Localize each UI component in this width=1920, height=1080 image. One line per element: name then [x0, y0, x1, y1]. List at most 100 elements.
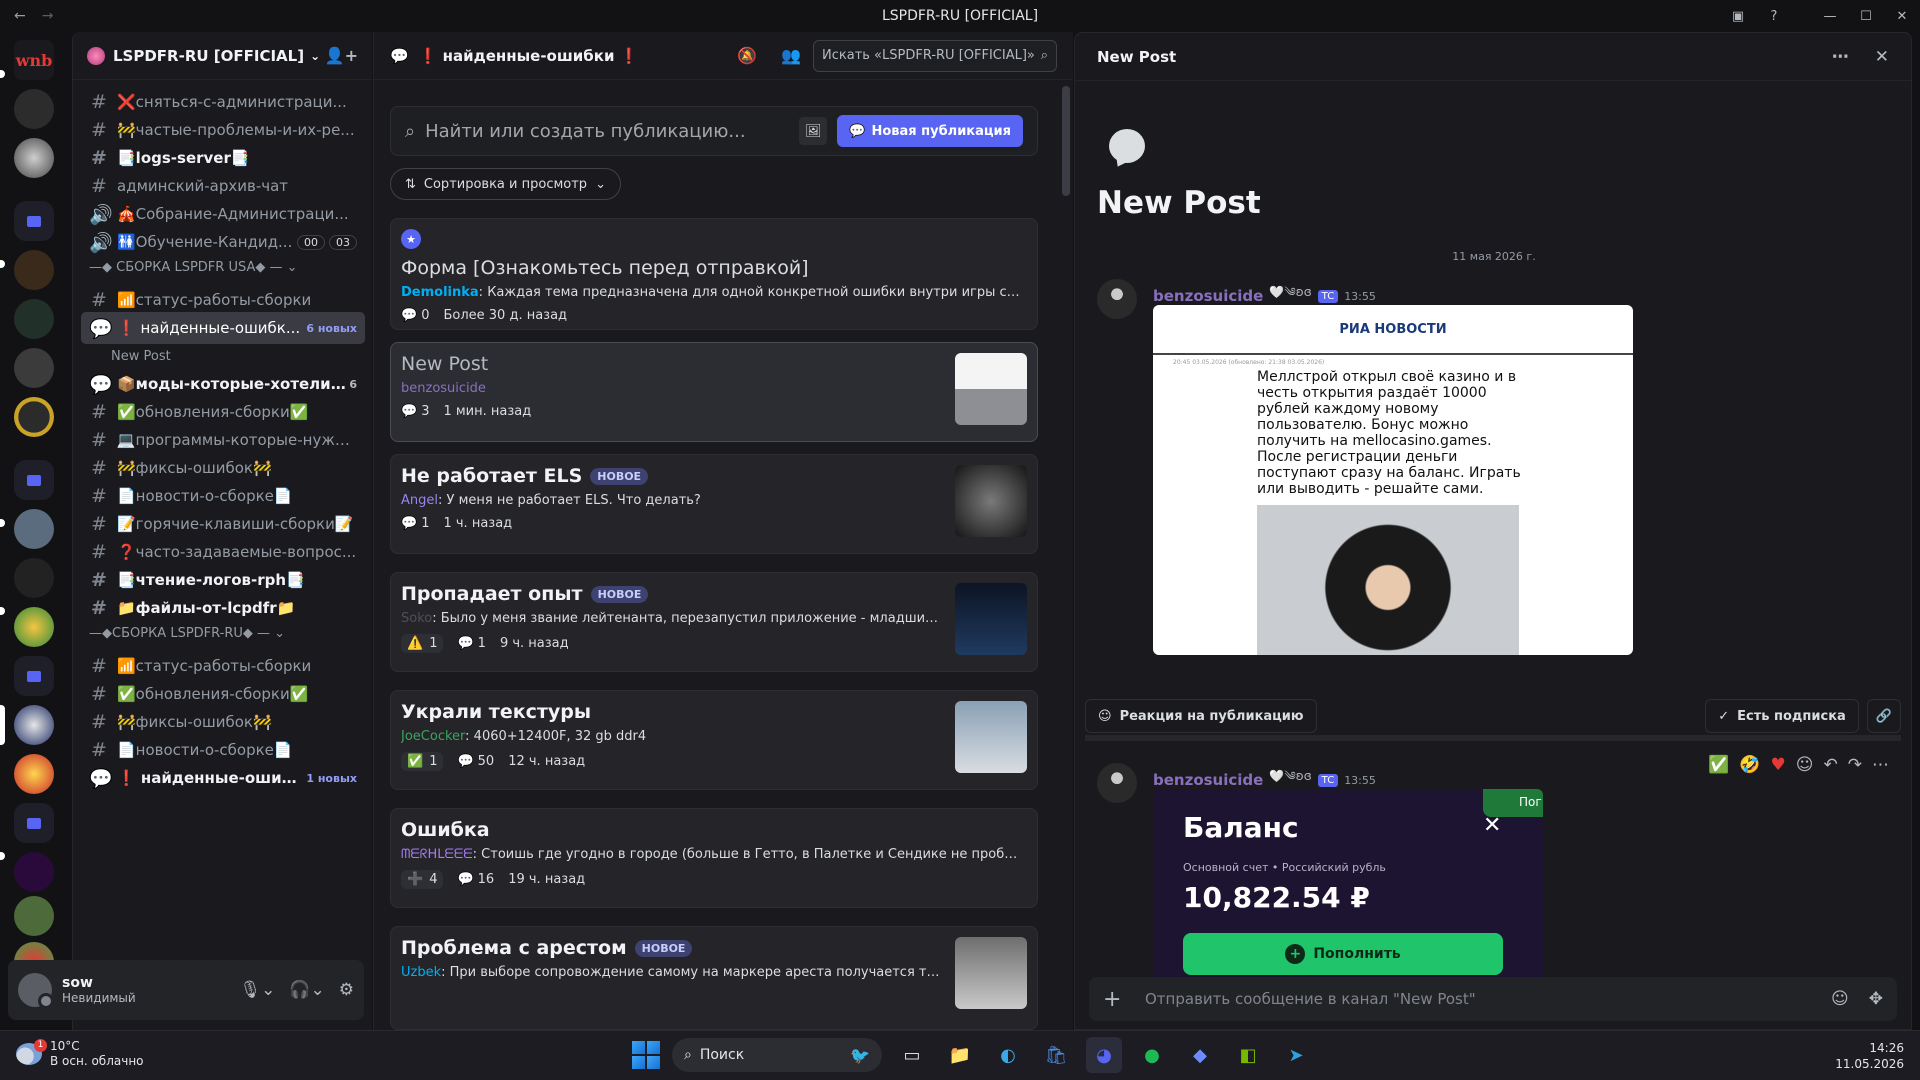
member-list-icon[interactable]: 👥: [781, 46, 801, 65]
more-options-icon[interactable]: ⋯: [1832, 47, 1849, 67]
channel-item[interactable]: # 📁файлы-от-lcpdfr📁: [81, 592, 365, 624]
image-upload-icon[interactable]: 🖼: [799, 117, 828, 145]
file-explorer-icon[interactable]: 📁: [942, 1037, 978, 1073]
telegram-icon[interactable]: ➤: [1278, 1037, 1314, 1073]
forum-channel-item[interactable]: 💬❗ найденные-ошибки...1 новых: [81, 762, 365, 794]
copy-link-icon[interactable]: 🔗: [1866, 699, 1901, 733]
following-button[interactable]: ✓ Есть подписка: [1705, 699, 1859, 733]
sort-and-view-button[interactable]: ⇅ Сортировка и просмотр ⌄: [390, 168, 621, 200]
server-icon[interactable]: [14, 558, 54, 598]
store-icon[interactable]: 🛍: [1038, 1037, 1074, 1073]
post-preview: Soko: Было у меня звание лейтенанта, пер…: [401, 611, 941, 626]
plus-icon[interactable]: +: [1103, 987, 1125, 1012]
post-search-input[interactable]: ⌕ Найти или создать публикацию... 🖼 💬 Нов…: [390, 106, 1038, 156]
post-title: Ошибка: [401, 819, 490, 841]
taskbar-apps: ⌕ Поиск 🐦 ▭ 📁 ◐ 🛍 ◕ ● ◆ ◧ ➤: [632, 1037, 1314, 1073]
channel-label: ❌сняться-с-администраци...: [117, 93, 347, 111]
pin-icon: ★: [401, 229, 421, 249]
headphones-icon[interactable]: 🎧⌄: [289, 980, 324, 1000]
gear-icon[interactable]: ⚙: [339, 980, 354, 1000]
spotify-icon[interactable]: ●: [1134, 1037, 1170, 1073]
minimize-button[interactable]: —: [1812, 9, 1848, 24]
windows-start-icon[interactable]: [632, 1041, 660, 1069]
apps-icon[interactable]: ✥: [1869, 989, 1883, 1009]
inbox-icon[interactable]: ▣: [1720, 9, 1756, 24]
back-arrow-icon[interactable]: ←: [14, 8, 26, 24]
server-icon[interactable]: [14, 138, 54, 178]
avatar[interactable]: [1097, 279, 1137, 319]
server-icon[interactable]: [14, 250, 54, 290]
unread-pip: [0, 70, 5, 78]
taskbar-search[interactable]: ⌕ Поиск 🐦: [672, 1038, 882, 1072]
date-divider: 11 мая 2026 г.: [1452, 250, 1536, 263]
mute-bell-icon[interactable]: 🔕: [737, 46, 757, 65]
forum-post-card[interactable]: Не работает ELS НОВОЕ Angel: У меня не ра…: [390, 454, 1038, 554]
server-icon[interactable]: [14, 299, 54, 339]
server-wnb[interactable]: wnb: [14, 40, 54, 80]
close-icon[interactable]: ✕: [1875, 47, 1889, 67]
help-icon[interactable]: ?: [1756, 9, 1792, 24]
task-view-icon[interactable]: ▭: [894, 1037, 930, 1073]
server-folder-icon[interactable]: [14, 460, 54, 500]
forum-post-card[interactable]: New Post benzosuicide 💬 3 1 мин. назад: [390, 342, 1038, 442]
maximize-button[interactable]: ☐: [1848, 9, 1884, 24]
voice-channel-item[interactable]: 🔊 🚻Обучение-Кандид... 00 03: [81, 226, 365, 258]
reaction-warning[interactable]: ⚠️ 1: [401, 634, 444, 653]
avatar[interactable]: [1097, 763, 1137, 803]
server-search-input[interactable]: Искать «LSPDFR-RU [OFFICIAL]» ⌕: [813, 39, 1057, 72]
scrollbar[interactable]: [1062, 86, 1070, 196]
post-title-text: Проблема с арестом: [401, 937, 627, 959]
server-folder-icon[interactable]: [14, 201, 54, 241]
server-icon[interactable]: [14, 754, 54, 794]
microphone-icon[interactable]: 🎙⌄: [240, 980, 276, 1000]
channel-label: 🎪Собрание-Администраци...: [117, 205, 349, 223]
server-icon[interactable]: [14, 348, 54, 388]
chevron-down-icon: ⌄: [274, 626, 286, 641]
post-footer: 💬 1 1 ч. назад: [401, 516, 1027, 531]
image-attachment[interactable]: Пог Баланс ✕ Основной счет • Российский …: [1153, 789, 1543, 989]
message-author[interactable]: benzosuicide: [1153, 771, 1263, 789]
category-header[interactable]: —◆ СБОРКА LSPDFR USA◆ — ⌄: [89, 260, 298, 275]
message-composer[interactable]: + Отправить сообщение в канал "New Post"…: [1089, 977, 1897, 1021]
nvidia-icon[interactable]: ◧: [1230, 1037, 1266, 1073]
app-icon[interactable]: ◆: [1182, 1037, 1218, 1073]
post-time: 1 мин. назад: [443, 404, 532, 419]
close-window-button[interactable]: ✕: [1884, 9, 1920, 24]
comment-count: 50: [477, 754, 495, 769]
comment-icon: 💬: [457, 636, 474, 651]
sort-label: Сортировка и просмотр: [423, 176, 588, 192]
forum-post-card[interactable]: Пропадает опыт НОВОЕ Soko: Было у меня зв…: [390, 572, 1038, 672]
count-badge: 6: [349, 377, 357, 391]
forum-post-card[interactable]: Ошибка ᗰᗴᖇᕼᒪᗴᗴᗴ: Стоишь где угодно в гор…: [390, 808, 1038, 908]
discord-icon[interactable]: ◕: [1086, 1037, 1122, 1073]
weather-widget[interactable]: 10°C В осн. облачно: [16, 1039, 144, 1069]
invite-people-icon[interactable]: 👤+: [325, 46, 358, 65]
hash-icon: #: [91, 457, 107, 479]
server-icon[interactable]: [14, 896, 54, 936]
post-preview: Uzbek: При выборе сопровождение самому н…: [401, 965, 941, 980]
server-icon[interactable]: [14, 89, 54, 129]
forward-arrow-icon[interactable]: →: [42, 8, 54, 24]
image-attachment[interactable]: РИА НОВОСТИ 20:45 03.05.2026 (обновлено:…: [1153, 305, 1633, 655]
server-icon[interactable]: [14, 397, 54, 437]
category-header[interactable]: —◆СБОРКА LSPDFR-RU◆ — ⌄: [89, 626, 285, 641]
forum-post-card[interactable]: ★ Форма [Ознакомьтесь перед отправкой] D…: [390, 218, 1038, 330]
guild-header[interactable]: LSPDFR-RU [OFFICIAL] ⌄ 👤+: [73, 32, 372, 80]
server-icon[interactable]: [14, 509, 54, 549]
avatar[interactable]: [18, 973, 54, 1009]
server-icon[interactable]: [14, 705, 54, 745]
reaction-check[interactable]: ✅ 1: [401, 752, 444, 771]
emoji-icon[interactable]: ☺: [1831, 989, 1849, 1009]
server-icon[interactable]: [14, 852, 54, 892]
system-clock[interactable]: 14:26 11.05.2026: [1835, 1040, 1904, 1072]
server-folder-icon[interactable]: [14, 656, 54, 696]
edge-browser-icon[interactable]: ◐: [990, 1037, 1026, 1073]
server-folder-icon[interactable]: [14, 803, 54, 843]
forum-post-card[interactable]: Проблема с арестом НОВОЕ Uzbek: При выбор…: [390, 926, 1038, 1030]
add-reaction-button[interactable]: ☺ Реакция на публикацию: [1085, 699, 1317, 733]
message-author[interactable]: benzosuicide: [1153, 287, 1263, 305]
forum-post-card[interactable]: Украли текстуры JoeCocker: 4060+12400F, …: [390, 690, 1038, 790]
server-icon[interactable]: [14, 607, 54, 647]
reaction-plus[interactable]: ➕ 4: [401, 870, 444, 889]
new-post-button[interactable]: 💬 Новая публикация: [837, 115, 1023, 147]
